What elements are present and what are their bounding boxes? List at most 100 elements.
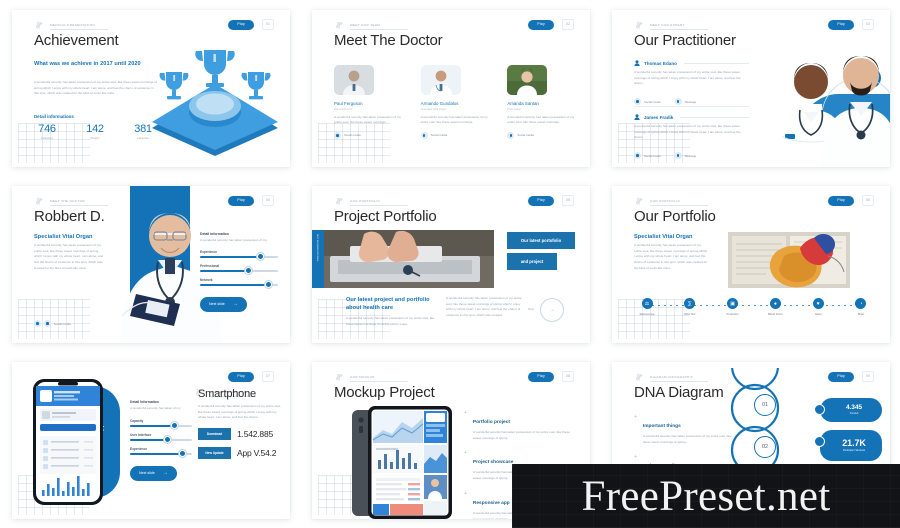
social-media-link[interactable]: Social media: [507, 131, 576, 139]
facebook-icon: [44, 320, 51, 327]
doctor-role: Pharmacist: [507, 107, 521, 111]
timeline-label: DNA Test: [684, 313, 696, 316]
share-icon: [634, 98, 641, 106]
stat-chip[interactable]: 21.7K Participant Students: [814, 430, 882, 461]
portfolio-photo: [312, 230, 494, 288]
organ-photo: [728, 232, 850, 288]
slider-handle[interactable]: [265, 281, 273, 289]
kicker-rule: [650, 381, 708, 382]
share-icon: [634, 152, 641, 160]
timeline-item[interactable]: ● Blood donor: [758, 298, 792, 316]
slider-track[interactable]: [130, 450, 192, 458]
stat-chip[interactable]: 4.345 Funded: [814, 398, 882, 422]
slide-meet-the-doctor[interactable]: Meet Our Team Play 02 Meet The Doctor Pa…: [312, 10, 590, 167]
feature-slider[interactable]: Experience: [130, 447, 192, 458]
page-title: DNA Diagram: [634, 384, 724, 401]
timeline-item[interactable]: ⅀ DNA Test: [673, 298, 707, 316]
portfolio-text-block: Specialist Vital Organ A wonderful seren…: [634, 234, 708, 272]
skill-slider[interactable]: Professional: [200, 263, 278, 275]
play-button[interactable]: Play: [828, 20, 854, 30]
slider-handle[interactable]: [244, 267, 252, 275]
portfolio-button-primary[interactable]: Our latest portofolio: [507, 232, 575, 249]
social-media-link[interactable]: Social media: [334, 131, 403, 139]
doctor-card[interactable]: Amanda Santan Pharmacist A wonderful ser…: [507, 65, 576, 139]
detail-information-label: Detail Information: [130, 400, 159, 404]
stat-caption: Project: [90, 136, 100, 140]
slider-track[interactable]: [130, 436, 192, 444]
play-button[interactable]: Play: [528, 20, 554, 30]
dna-node-label: 02: [762, 444, 768, 450]
play-button[interactable]: Play: [828, 372, 854, 382]
skill-label: Experience: [200, 249, 218, 254]
portfolio-timeline: ⚖ Stethoscope ⅀ DNA Test ▣ Protection ● …: [630, 298, 878, 328]
share-icon: [507, 131, 515, 139]
timeline-items: ⚖ Stethoscope ⅀ DNA Test ▣ Protection ● …: [630, 298, 878, 316]
slide-our-portfolio[interactable]: Our Portfolio Play 06 Our Portfolio Spec…: [612, 186, 890, 343]
play-button[interactable]: Play: [228, 372, 254, 382]
play-button[interactable]: Play: [828, 196, 854, 206]
portfolio-paragraph: A wonderful serenity has taken possessio…: [634, 243, 708, 270]
bullet-title: Portfolio project: [472, 420, 510, 425]
slide-robbert-d[interactable]: Meet The Doctor Play 04 Robbert D. Speci…: [12, 186, 290, 343]
slider-handle[interactable]: [163, 436, 171, 444]
kicker-rule: [650, 29, 708, 30]
slider-track[interactable]: [200, 267, 278, 275]
next-arrow-button[interactable]: →: [540, 298, 564, 322]
portfolio-button-secondary[interactable]: and project: [507, 253, 557, 270]
arrow-right-icon: →: [232, 300, 238, 307]
play-button[interactable]: Play: [528, 372, 554, 382]
slide-project-portfolio[interactable]: Our Portfolio Play 05 Project Portfolio: [312, 186, 590, 343]
play-button[interactable]: Play: [528, 196, 554, 206]
doctor-card[interactable]: Armando Gundalos Specialist Vital Organ …: [420, 65, 490, 139]
plus-icon: +: [464, 410, 467, 416]
slide-our-practitioner[interactable]: Meet Our Expert Play 03 Our Practitioner…: [612, 10, 890, 167]
play-button[interactable]: Play: [228, 196, 254, 206]
next-slide-label: Next slide: [209, 302, 225, 307]
doctor-card[interactable]: Paul Ferguson General Doctor A wonderful…: [334, 65, 403, 139]
skill-slider[interactable]: Experience: [200, 249, 278, 261]
brand-logo-icon: [334, 21, 345, 32]
timeline-label: Stethoscope: [639, 313, 655, 316]
social-media-link[interactable]: Social media: [34, 320, 71, 327]
slider-handle[interactable]: [179, 450, 187, 458]
doctor-bio: A wonderful serenity has taken possessio…: [507, 114, 575, 125]
skill-slider[interactable]: Network: [200, 278, 278, 289]
timeline-label: Heart: [814, 313, 822, 316]
play-button[interactable]: Play: [228, 20, 254, 30]
skill-label: Professional: [200, 263, 220, 268]
timeline-item[interactable]: ◔ Brain: [844, 298, 878, 316]
brand-logo-icon: [634, 373, 645, 384]
feature-label: Capacity: [130, 418, 144, 423]
social-media-link[interactable]: Social media: [634, 152, 661, 160]
feature-slider[interactable]: User Interface: [130, 433, 192, 444]
slide-kicker: Meet Our Expert: [650, 23, 685, 27]
social-media-link[interactable]: Social media: [420, 131, 490, 139]
slider-track[interactable]: [130, 422, 192, 430]
new-update-button[interactable]: New Update: [198, 447, 231, 460]
watermark-text: FreePreset.net: [581, 472, 831, 520]
download-button[interactable]: Download: [198, 428, 231, 441]
doctor-role: Specialist Vital Organ: [420, 107, 447, 111]
page-title: Smartphone: [198, 388, 256, 400]
slider-handle[interactable]: [257, 253, 265, 261]
timeline-item[interactable]: ▣ Protection: [716, 298, 750, 316]
slide-achievement[interactable]: Medical Presentation Play 01 Achievement…: [12, 10, 290, 167]
message-link[interactable]: Message: [674, 98, 696, 106]
feature-slider[interactable]: Capacity: [130, 418, 192, 430]
message-link[interactable]: Message: [674, 152, 696, 160]
doctor-specialty: Specialist Vital Organ: [34, 234, 93, 240]
timeline-item[interactable]: ♥ Heart: [801, 298, 835, 316]
practitioner-name: Thomas Edano: [644, 60, 677, 66]
timeline-label: Protection: [726, 313, 739, 316]
slider-track[interactable]: [200, 253, 278, 261]
slider-handle[interactable]: [171, 422, 179, 430]
timeline-item[interactable]: ⚖ Stethoscope: [630, 298, 664, 316]
stat-value: 746: [38, 123, 56, 135]
doctor-card-list: Paul Ferguson General Doctor A wonderful…: [334, 65, 576, 139]
next-slide-button[interactable]: Next slide →: [130, 465, 177, 481]
slide-smartphone[interactable]: Mobile Application: [12, 362, 290, 519]
social-media-link[interactable]: Social media: [634, 98, 661, 106]
slider-track[interactable]: [200, 281, 278, 289]
doctor-role: General Doctor: [334, 107, 353, 111]
next-slide-button[interactable]: Next slide →: [200, 296, 247, 312]
